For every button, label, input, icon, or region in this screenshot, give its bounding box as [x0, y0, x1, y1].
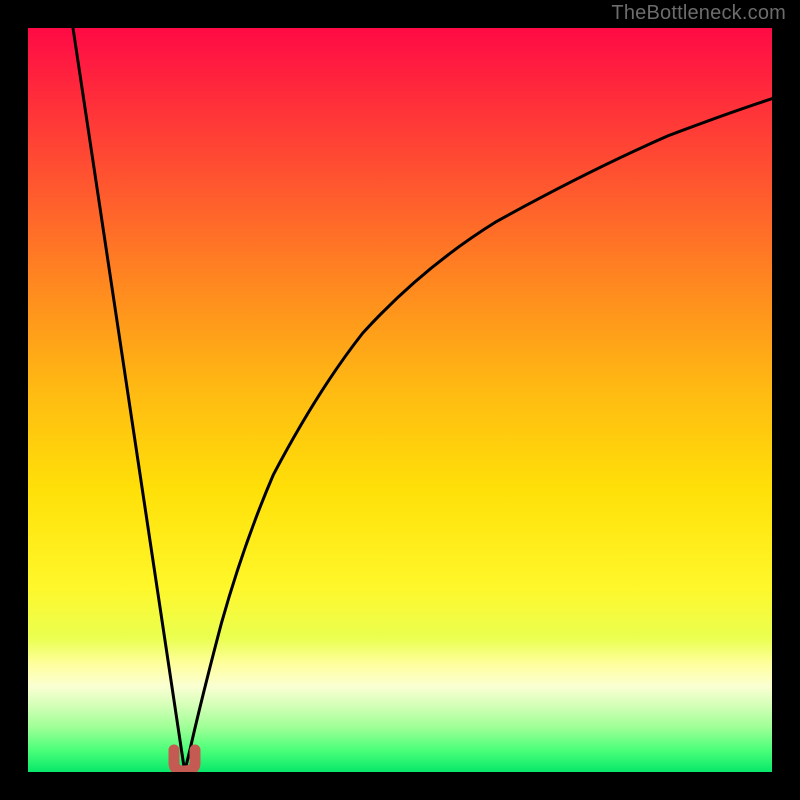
watermark-text: TheBottleneck.com [611, 2, 786, 25]
bottleneck-curve [28, 28, 772, 772]
chart-frame: TheBottleneck.com [0, 0, 800, 800]
curve-left-branch [73, 28, 184, 768]
curve-right-branch [184, 99, 772, 772]
plot-area [28, 28, 772, 772]
